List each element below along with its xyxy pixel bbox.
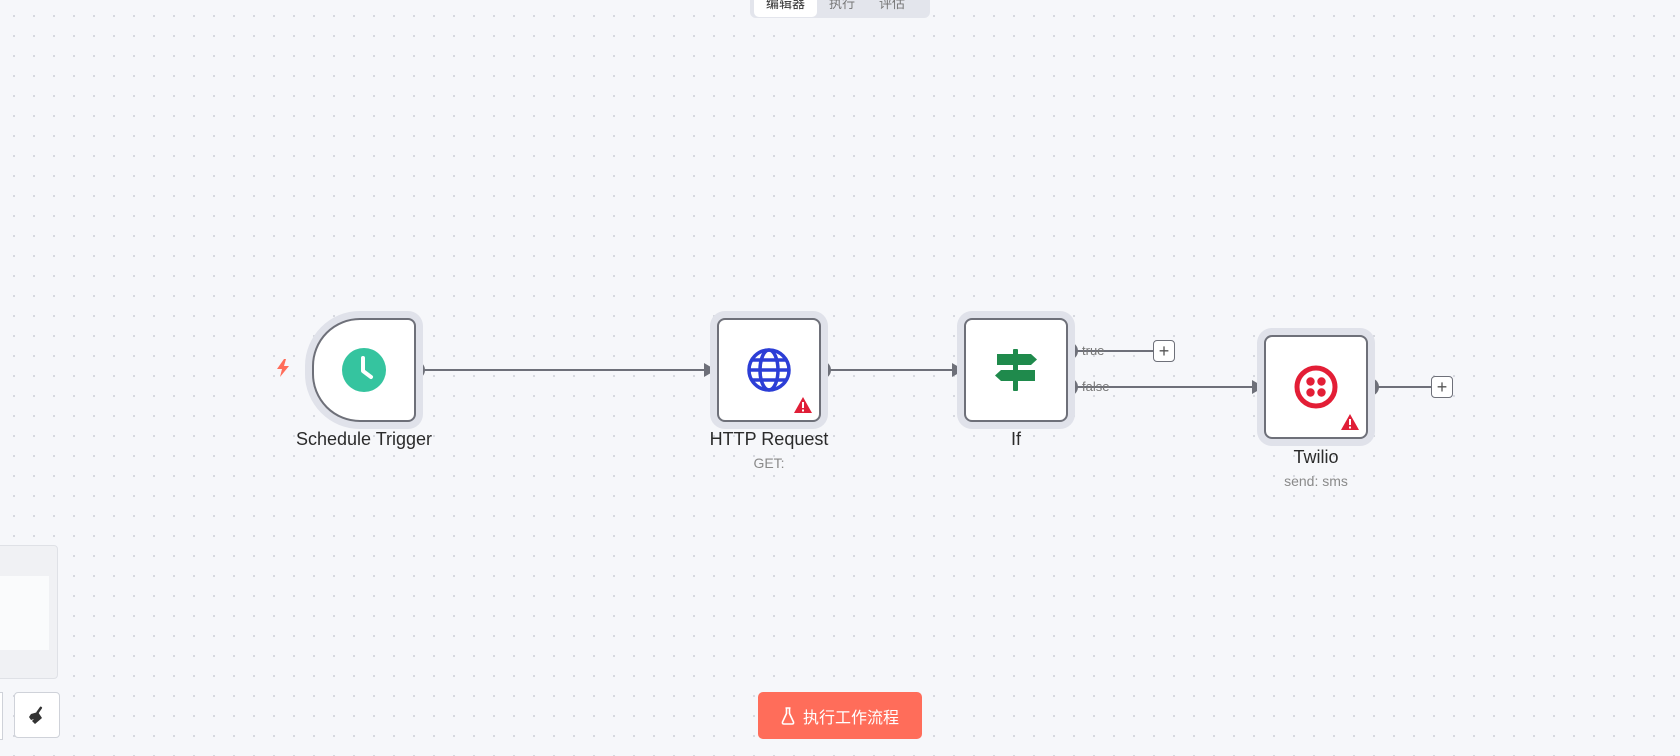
clock-icon [342,348,386,392]
warning-icon [1341,414,1359,430]
execute-workflow-button[interactable]: 执行工作流程 [758,692,922,739]
add-node-true-button[interactable]: + [1153,340,1175,362]
node-subtitle-http: GET: [753,455,785,471]
node-label-http: HTTP Request [709,429,829,449]
globe-icon [747,348,791,392]
branch-label-true: true [1082,343,1105,358]
node-schedule-trigger[interactable] [312,318,416,422]
side-panel [0,545,58,679]
node-label-twilio: Twilio [1293,447,1339,467]
flask-icon [781,706,795,725]
toolbar-edge [0,692,3,740]
twilio-icon [1294,365,1338,409]
node-label-if: If [1010,429,1021,449]
branch-label-false: false [1082,379,1110,394]
trigger-bolt-icon [277,359,289,377]
warning-icon [794,397,812,413]
broom-icon [29,706,43,724]
signpost-icon [995,349,1037,391]
tidy-up-button[interactable] [14,692,60,738]
node-if[interactable] [964,318,1068,422]
add-node-twilio-button[interactable]: + [1431,376,1453,398]
node-subtitle-twilio: send: sms [1284,473,1348,489]
node-twilio[interactable] [1264,335,1368,439]
side-panel-content [0,576,49,650]
node-label-schedule: Schedule Trigger [295,429,433,449]
execute-workflow-label: 执行工作流程 [802,707,899,727]
workflow-connections [407,342,1431,397]
node-http-request[interactable] [717,318,821,422]
